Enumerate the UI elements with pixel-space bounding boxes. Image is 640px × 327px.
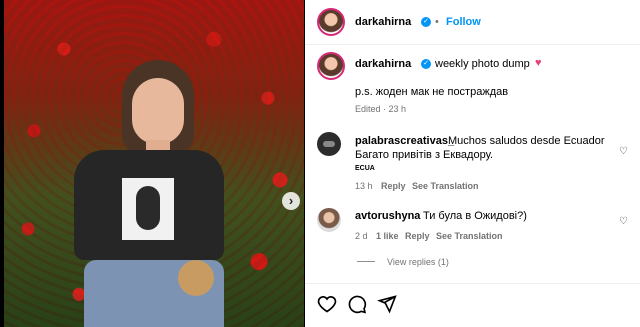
caption-avatar[interactable] <box>317 52 345 80</box>
follow-button[interactable]: Follow <box>446 16 481 28</box>
caption-username[interactable]: darkahirna <box>355 58 411 70</box>
reply-button[interactable]: Reply <box>381 181 406 191</box>
author-username[interactable]: darkahirna <box>355 16 411 28</box>
comment-avatar[interactable] <box>317 132 341 156</box>
author-avatar[interactable] <box>317 8 345 36</box>
heart-icon[interactable] <box>317 294 337 314</box>
comment-text: Muchos saludos desde Ecuador <box>448 135 605 147</box>
post-header: darkahirna ✓ • Follow <box>305 0 640 45</box>
comment-text: Ти була в Ожидові?) <box>423 210 527 222</box>
comment-time: 13 h <box>355 181 373 191</box>
heart-icon[interactable]: ♡ <box>619 146 628 157</box>
chevron-right-icon[interactable]: › <box>282 192 300 210</box>
reply-button[interactable]: Reply <box>405 231 430 241</box>
post-side-panel: darkahirna ✓ • Follow darkahirna ✓ weekl… <box>305 0 640 327</box>
comment-tag: ECUA <box>355 165 375 172</box>
see-translation-button[interactable]: See Translation <box>436 231 503 241</box>
comment-icon[interactable] <box>347 294 367 314</box>
post-photo[interactable]: › <box>4 0 304 327</box>
instagram-post-viewer: › darkahirna ✓ • Follow darkahirna ✓ wee… <box>0 0 640 327</box>
see-translation-button[interactable]: See Translation <box>412 181 479 191</box>
comment-time: 2 d <box>355 231 368 241</box>
caption-text: weekly photo dump <box>435 58 530 70</box>
verified-icon: ✓ <box>421 59 431 69</box>
separator-dot: • <box>435 16 439 28</box>
comment-text-line2: Багато привітів з Еквадору. <box>355 149 494 161</box>
comment-avatar[interactable] <box>317 208 341 232</box>
comment-username[interactable]: avtorushyna <box>355 210 420 222</box>
pink-heart-emoji: ♥ <box>535 57 542 69</box>
verified-icon: ✓ <box>421 17 431 27</box>
replies-divider <box>357 261 375 262</box>
heart-icon[interactable]: ♡ <box>619 216 628 227</box>
caption-text-line2: p.s. жоден мак не постраждав <box>355 86 509 98</box>
share-icon[interactable] <box>376 294 397 314</box>
comment-username[interactable]: palabrascreativas_ <box>355 135 454 147</box>
caption-edited-time: Edited · 23 h <box>355 104 407 114</box>
photo-subject <box>74 60 224 327</box>
comment-likes[interactable]: 1 like <box>376 231 399 241</box>
view-replies-button[interactable]: View replies (1) <box>387 257 449 267</box>
